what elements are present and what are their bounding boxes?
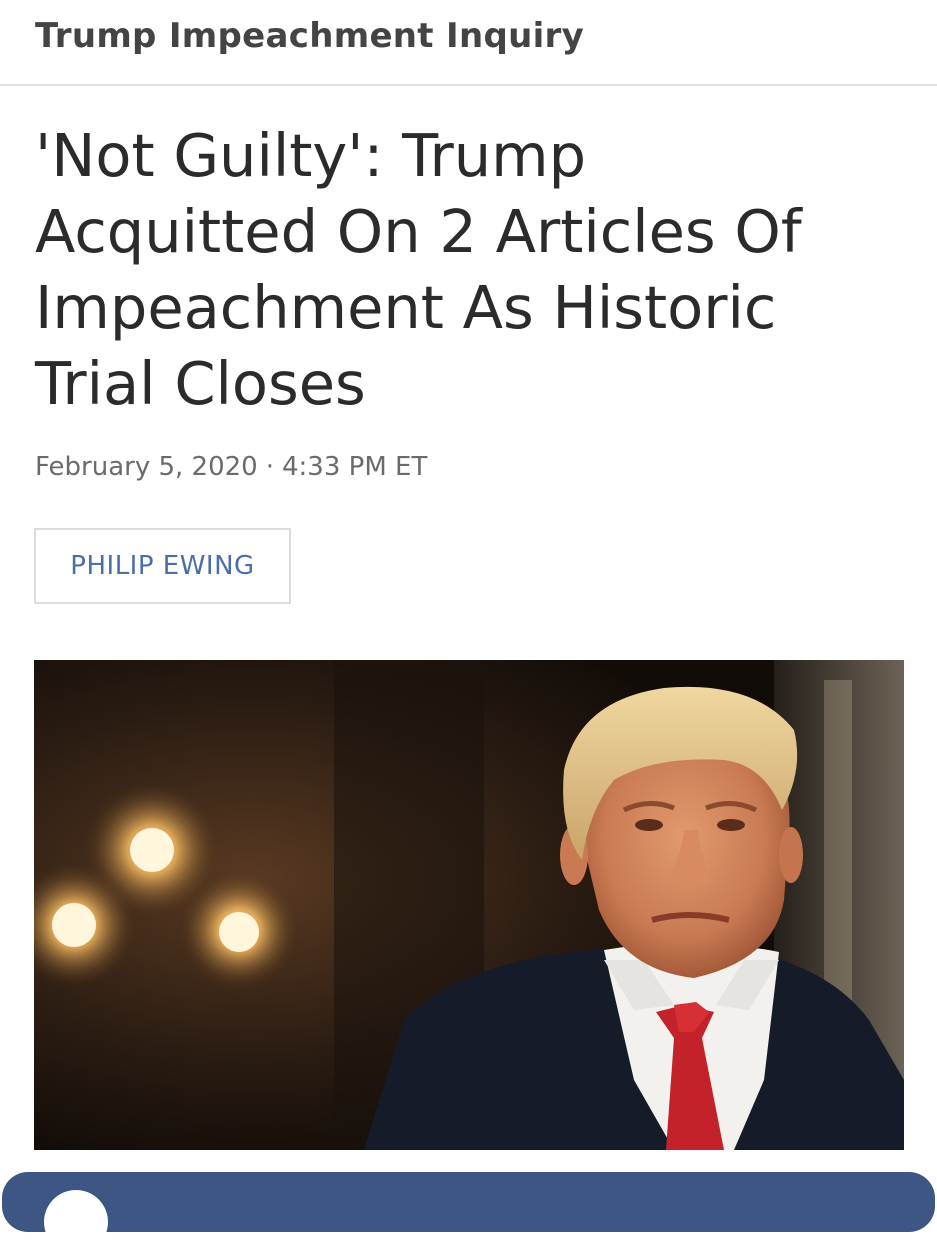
section-header: Trump Impeachment Inquiry [0, 0, 937, 86]
article-lead-photo[interactable] [34, 660, 904, 1150]
article-time: 4:33 PM ET [281, 452, 428, 482]
bottom-action-bar[interactable] [2, 1172, 935, 1232]
article-dateline: February 5, 2020 · 4:33 PM ET [35, 452, 427, 482]
author-byline-button[interactable]: PHILIP EWING [34, 528, 291, 604]
photo-illustration [34, 660, 904, 1150]
article-date: February 5, 2020 [35, 452, 258, 482]
article-headline: 'Not Guilty': Trump Acquitted On 2 Artic… [35, 121, 802, 418]
date-separator: · [265, 452, 274, 482]
section-link[interactable]: Trump Impeachment Inquiry [35, 16, 584, 56]
